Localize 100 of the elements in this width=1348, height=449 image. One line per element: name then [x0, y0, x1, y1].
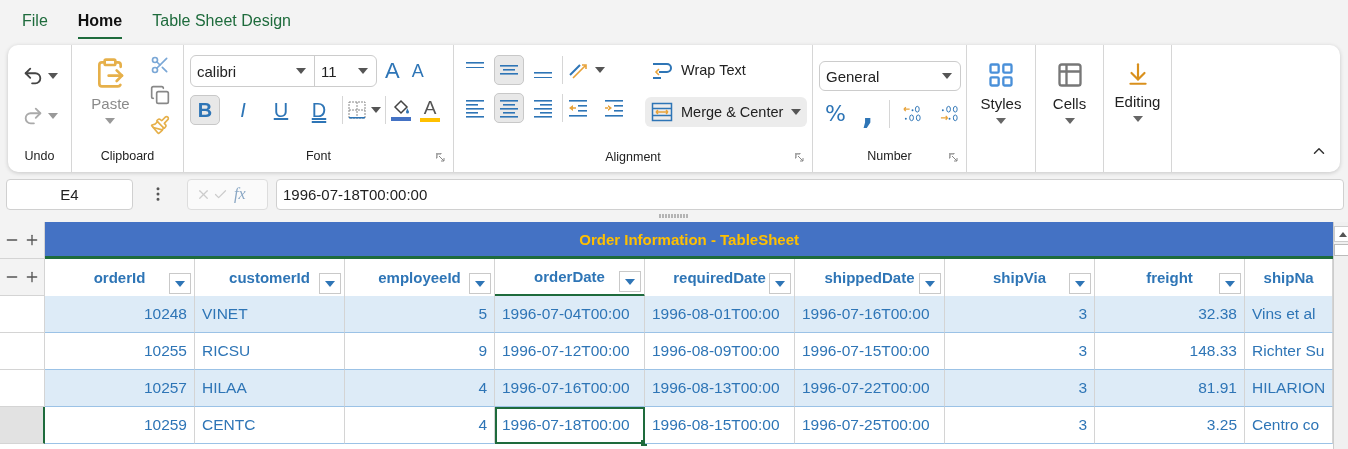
filter-caret-icon: [625, 278, 635, 285]
caret-icon: [791, 109, 802, 115]
decrease-indent-icon: [567, 97, 589, 119]
editing-button[interactable]: Editing: [1110, 55, 1165, 172]
filter-button[interactable]: [1219, 273, 1241, 294]
table-cell: RICSU: [195, 333, 345, 370]
filter-button[interactable]: [169, 273, 191, 294]
function-label[interactable]: fx: [234, 185, 246, 203]
filter-button[interactable]: [619, 271, 641, 292]
table-cell: 1996-07-04T00:00: [495, 296, 645, 333]
table-cell: 5: [345, 296, 495, 333]
group-label: Alignment: [604, 149, 662, 166]
align-top-icon: [466, 61, 484, 69]
table-cell: 3: [945, 333, 1095, 370]
align-center-icon: [498, 97, 520, 119]
comma-button[interactable]: ,: [855, 99, 880, 129]
table-cell: 10257: [45, 370, 195, 407]
table-cell: 9: [345, 333, 495, 370]
cells-button[interactable]: Cells: [1042, 55, 1097, 172]
expand-icon[interactable]: [24, 269, 40, 285]
vertical-scrollbar[interactable]: [1333, 222, 1348, 449]
group-label: Clipboard: [99, 148, 156, 165]
filter-button[interactable]: [769, 273, 791, 294]
cut-icon[interactable]: [149, 55, 170, 75]
underline-button[interactable]: U: [266, 95, 296, 125]
table-cell: 81.91: [1095, 370, 1245, 407]
merge-cells-icon: [651, 101, 673, 123]
filter-caret-icon: [475, 280, 485, 287]
caret-icon: [47, 73, 58, 79]
table-cell: HILARION: [1245, 370, 1334, 407]
scroll-thumb[interactable]: [1334, 244, 1348, 256]
table-cell: 1996-07-25T00:00: [795, 407, 945, 444]
shrink-font-button[interactable]: A: [407, 60, 428, 82]
align-middle-icon: [500, 65, 518, 75]
table-cell: Centro co: [1245, 407, 1334, 444]
caret-icon: [358, 68, 368, 74]
italic-button[interactable]: I: [228, 95, 258, 125]
filter-button[interactable]: [469, 273, 491, 294]
filter-caret-icon: [325, 280, 335, 287]
wrap-text-button[interactable]: Wrap Text: [645, 55, 752, 85]
vertical-align-button[interactable]: [494, 55, 524, 85]
horizontal-align-button[interactable]: [494, 93, 524, 123]
increase-indent-icon: [603, 97, 625, 119]
bold-button[interactable]: B: [190, 95, 220, 125]
paste-button[interactable]: Paste: [85, 55, 136, 146]
borders-icon[interactable]: [347, 100, 367, 120]
dialog-launcher-icon[interactable]: [795, 153, 804, 162]
caret-icon: [371, 107, 381, 113]
menu-tab[interactable]: File: [22, 3, 48, 39]
table-icon: [1055, 61, 1084, 89]
menu-tab[interactable]: Table Sheet Design: [152, 3, 291, 39]
menu-tab[interactable]: Home: [77, 3, 123, 39]
align-right-icon: [532, 97, 554, 119]
caret-icon: [595, 67, 605, 73]
font-selector[interactable]: calibri 11: [190, 55, 377, 87]
caret-icon: [1132, 116, 1143, 122]
filter-caret-icon: [1075, 280, 1085, 287]
scroll-up-icon[interactable]: [1339, 231, 1348, 237]
filter-button[interactable]: [919, 273, 941, 294]
copy-icon[interactable]: [149, 85, 170, 105]
group-label: Number: [866, 148, 913, 165]
caret-icon: [296, 68, 306, 74]
merge-center-button[interactable]: Merge & Center: [645, 97, 808, 127]
table-cell: 4: [345, 370, 495, 407]
table-cell: CENTC: [195, 407, 345, 444]
caret-icon: [47, 113, 58, 119]
filter-caret-icon: [175, 280, 185, 287]
caret-icon: [996, 118, 1006, 124]
filter-caret-icon: [925, 280, 935, 287]
number-format-select[interactable]: General: [819, 61, 961, 91]
dialog-launcher-icon[interactable]: [436, 153, 445, 162]
align-bottom-icon: [534, 71, 552, 79]
styles-button[interactable]: Styles: [973, 55, 1029, 172]
table-cell: 1996-08-15T00:00: [645, 407, 795, 444]
table-cell: 1996-07-16T00:00: [495, 370, 645, 407]
align-left-icon: [464, 97, 486, 119]
table-cell: 10255: [45, 333, 195, 370]
dialog-launcher-icon[interactable]: [949, 153, 958, 162]
filter-button[interactable]: [1069, 273, 1091, 294]
splitter-grip-icon[interactable]: [659, 214, 689, 218]
fill-color-icon[interactable]: [390, 98, 412, 122]
column-header[interactable]: orderDate: [495, 259, 645, 297]
table-cell: HILAA: [195, 370, 345, 407]
font-color-button[interactable]: A: [416, 98, 444, 122]
expand-icon[interactable]: [24, 232, 40, 248]
row-header[interactable]: [0, 407, 45, 444]
caret-icon: [105, 118, 116, 124]
grow-font-button[interactable]: A: [381, 58, 404, 84]
name-box[interactable]: E4: [6, 178, 133, 210]
double-underline-button[interactable]: D: [304, 95, 334, 125]
percent-button[interactable]: %: [819, 99, 852, 129]
filter-caret-icon: [1225, 280, 1235, 287]
table-cell: 1996-07-18T00:00: [495, 407, 645, 444]
table-cell: 1996-07-12T00:00: [495, 333, 645, 370]
table-cell: VINET: [195, 296, 345, 333]
table-cell: 4: [345, 407, 495, 444]
table-cell: 3.25: [1095, 407, 1245, 444]
filter-button[interactable]: [319, 273, 341, 294]
formula-field[interactable]: 1996-07-18T00:00:00: [276, 178, 1344, 210]
table-cell: 1996-08-13T00:00: [645, 370, 795, 407]
